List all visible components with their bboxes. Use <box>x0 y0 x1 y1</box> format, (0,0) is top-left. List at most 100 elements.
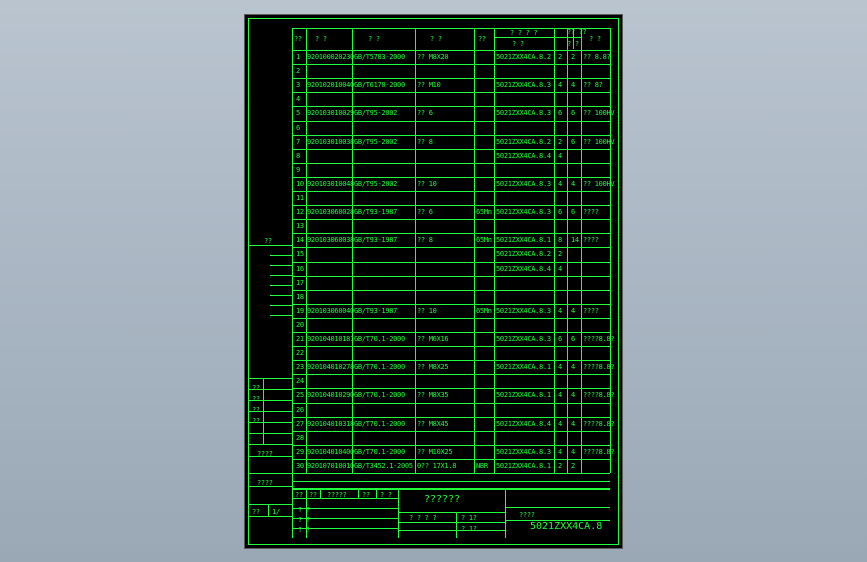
grid-line <box>263 378 264 444</box>
grid-line <box>292 262 610 263</box>
header-std: ? ? <box>368 35 380 43</box>
row-index: 3 <box>296 81 300 89</box>
grid-line <box>292 177 610 178</box>
row-drawing: 5021ZXX4CA.8.3 <box>496 448 551 456</box>
grid-line <box>306 28 307 473</box>
row-index: 18 <box>296 293 304 301</box>
row-index: 19 <box>296 307 304 315</box>
row-qty-total: 6 <box>571 138 575 146</box>
grid-line <box>292 481 610 482</box>
row-index: 17 <box>296 279 304 287</box>
header-idx: ?? <box>294 35 302 43</box>
row-qty: 4 <box>558 391 562 399</box>
row-drawing: 5021ZXX4CA.8.3 <box>496 81 551 89</box>
row-note: ?? 100HV <box>583 138 615 146</box>
row-drawing: 5021ZXX4CA.8.1 <box>496 462 551 470</box>
tb-r2: ? ? <box>298 516 310 524</box>
grid-line <box>292 431 610 432</box>
row-index: 22 <box>296 349 304 357</box>
grid-line <box>292 121 610 122</box>
row-standard: GB/T6170-2000 <box>354 81 405 89</box>
grid-line <box>610 28 611 473</box>
row-qty: 4 <box>558 152 562 160</box>
row-qty-total: 4 <box>571 448 575 456</box>
row-drawing: 5021ZXX4CA.8.3 <box>496 208 551 216</box>
tb-r1: ?? <box>309 491 317 499</box>
grid-line <box>292 205 610 206</box>
tb-r2: ? ? <box>298 526 310 534</box>
row-code: 920103060040 <box>307 307 354 315</box>
row-index: 23 <box>296 363 304 371</box>
row-index: 7 <box>296 138 300 146</box>
row-note: ?? 8.8? <box>583 53 611 61</box>
grid-line <box>248 504 292 505</box>
row-index: 15 <box>296 250 304 258</box>
grid-line <box>292 360 610 361</box>
row-drawing: 5021ZXX4CA.8.3 <box>496 307 551 315</box>
row-code: 920104010318 <box>307 420 354 428</box>
row-index: 16 <box>296 265 304 273</box>
grid-line <box>352 28 353 473</box>
grid-line <box>505 488 506 538</box>
row-note: ????8.8? <box>583 363 615 371</box>
row-code: 920103060028 <box>307 208 354 216</box>
grid-line <box>268 504 269 516</box>
row-qty: 4 <box>558 265 562 273</box>
header-qty-sub: ? ? <box>567 40 579 48</box>
row-drawing: 5021ZXX4CA.8.2 <box>496 138 551 146</box>
grid-line <box>292 163 610 164</box>
side-label: ?? <box>252 508 260 516</box>
row-code: 920103060038 <box>307 236 354 244</box>
drawing-title: ?????? <box>424 494 461 505</box>
grid-line <box>292 135 610 136</box>
row-qty-total: 4 <box>571 391 575 399</box>
row-standard: GB/T70.1-2000 <box>354 448 405 456</box>
row-index: 6 <box>296 124 300 132</box>
row-name: ?? 10 <box>417 307 437 315</box>
row-qty: 6 <box>558 335 562 343</box>
grid-line <box>292 489 610 490</box>
doc-number: 5021ZXX4CA.8 <box>530 521 603 532</box>
row-index: 30 <box>296 462 304 470</box>
row-qty: 2 <box>558 462 562 470</box>
tb-r1: ?? <box>295 491 303 499</box>
tb-mid: ? 1? <box>461 525 477 533</box>
grid-line <box>398 530 505 531</box>
grid-line <box>292 219 610 220</box>
grid-line <box>292 28 293 538</box>
row-index: 9 <box>296 166 300 174</box>
row-qty: 4 <box>558 307 562 315</box>
tb-mid: ? 1? <box>461 514 477 522</box>
row-note: ????8.8? <box>583 391 615 399</box>
row-index: 13 <box>296 222 304 230</box>
row-qty: 2 <box>558 138 562 146</box>
grid-line <box>505 507 610 508</box>
grid-line <box>292 346 610 347</box>
grid-line <box>270 315 292 316</box>
grid-line <box>270 255 292 256</box>
row-index: 28 <box>296 434 304 442</box>
row-standard: GB/T95-2002 <box>354 138 398 146</box>
row-standard: GB/T70.1-2000 <box>354 335 405 343</box>
grid-line <box>494 37 581 38</box>
row-qty-total: 6 <box>571 335 575 343</box>
row-qty-total: 2 <box>571 462 575 470</box>
row-drawing: 5021ZXX4CA.8.2 <box>496 53 551 61</box>
header-mat: ?? <box>478 35 486 43</box>
grid-line <box>292 64 610 65</box>
grid-line <box>292 488 610 489</box>
row-standard: GB/T5783-2000 <box>354 53 405 61</box>
row-qty: 2 <box>558 53 562 61</box>
row-name: ?? 8 <box>417 138 433 146</box>
row-qty: 6 <box>558 208 562 216</box>
tb-r1: ????? <box>327 491 347 499</box>
grid-line <box>474 28 475 473</box>
row-index: 25 <box>296 391 304 399</box>
header-note: ? ? <box>589 35 601 43</box>
row-standard: GB/T95-2002 <box>354 109 398 117</box>
row-name: ?? M8X20 <box>417 53 449 61</box>
row-qty-total: 4 <box>571 307 575 315</box>
row-note: ???? <box>583 208 599 216</box>
header-code: ? ? <box>315 35 327 43</box>
grid-line <box>494 28 495 473</box>
